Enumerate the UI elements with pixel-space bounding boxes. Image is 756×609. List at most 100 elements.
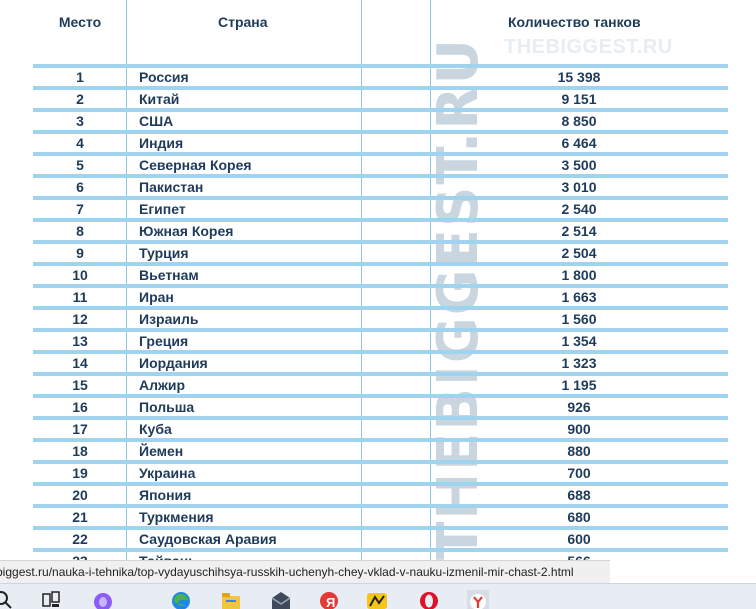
cell-rank: 23 xyxy=(33,552,127,560)
cell-country: Иордания xyxy=(139,355,208,371)
cell-tank-count: 700 xyxy=(567,465,591,481)
cell-country: Южная Корея xyxy=(139,223,234,239)
webpage-viewport: Место Страна Количество танков THEBIGGES… xyxy=(0,0,756,560)
status-bar-link-preview: biggest.ru/nauka-i-tehnika/top-vydayusch… xyxy=(0,560,610,583)
cell-rank: 19 xyxy=(72,465,88,481)
cell-country: Саудовская Аравия xyxy=(139,531,277,547)
cell-tank-count: 688 xyxy=(567,487,591,503)
cell-rank: 22 xyxy=(72,531,88,547)
cell-rank: 2 xyxy=(76,91,84,107)
search-icon[interactable] xyxy=(0,590,14,609)
cell-tank-count: 6 464 xyxy=(561,135,597,151)
cell-country: Греция xyxy=(139,333,189,349)
mail-icon[interactable] xyxy=(270,590,292,609)
cell-tank-count: 8 850 xyxy=(561,113,597,129)
table-row: 11 Иран 1 663 xyxy=(33,284,728,306)
cell-rank: 13 xyxy=(72,333,88,349)
status-url: biggest.ru/nauka-i-tehnika/top-vydayusch… xyxy=(0,565,574,579)
cell-country: Украина xyxy=(139,465,196,481)
yandex-browser-icon[interactable] xyxy=(467,590,489,609)
edge-icon[interactable] xyxy=(170,590,192,609)
cell-country: Япония xyxy=(139,487,192,503)
watermark-header: THEBIGGEST.RU xyxy=(504,36,673,58)
cell-tank-count: 1 800 xyxy=(561,267,597,283)
table-row: 7 Египет 2 540 xyxy=(33,196,728,218)
cell-country: Пакистан xyxy=(139,179,204,195)
table-row: 2 Китай 9 151 xyxy=(33,86,728,108)
opera-icon[interactable] xyxy=(418,590,440,609)
table-row: 16 Польша 926 xyxy=(33,394,728,416)
cell-tank-count: 1 663 xyxy=(561,289,597,305)
cell-country: Вьетнам xyxy=(139,267,199,283)
table-row: 9 Турция 2 504 xyxy=(33,240,728,262)
table-row: 17 Куба 900 xyxy=(33,416,728,438)
table-row: 4 Индия 6 464 xyxy=(33,130,728,152)
cell-rank: 11 xyxy=(72,289,88,305)
cell-rank: 3 xyxy=(76,113,84,129)
cell-country: Польша xyxy=(139,399,195,415)
table-row: 20 Япония 688 xyxy=(33,482,728,504)
cell-rank: 10 xyxy=(72,267,88,283)
table-row: 15 Алжир 1 195 xyxy=(33,372,728,394)
cell-country: Куба xyxy=(139,421,172,437)
cell-country: Иран xyxy=(139,289,174,305)
cell-tank-count: 680 xyxy=(567,509,591,525)
taskbar: Я xyxy=(0,583,756,609)
file-explorer-icon[interactable] xyxy=(220,590,242,609)
cell-tank-count: 3 010 xyxy=(561,179,597,195)
cell-country: Россия xyxy=(139,69,189,85)
header-rank: Место xyxy=(58,14,102,30)
cell-tank-count: 600 xyxy=(567,531,591,547)
cell-country: Египет xyxy=(139,201,186,217)
cell-tank-count: 2 504 xyxy=(561,245,597,261)
cell-rank: 5 xyxy=(76,157,84,173)
cell-rank: 16 xyxy=(72,399,88,415)
cell-country: Туркмения xyxy=(139,509,214,525)
alice-icon[interactable] xyxy=(92,590,114,609)
cell-country: Израиль xyxy=(139,311,199,327)
cell-rank: 8 xyxy=(76,223,84,239)
cell-rank: 18 xyxy=(72,443,88,459)
cell-tank-count: 900 xyxy=(567,421,591,437)
cell-tank-count: 1 195 xyxy=(561,377,597,393)
table-row: 23 Тайвань 566 xyxy=(33,548,728,560)
table-row: 12 Израиль 1 560 xyxy=(33,306,728,328)
header-country: Страна xyxy=(218,14,268,30)
cell-tank-count: 9 151 xyxy=(561,91,597,107)
table-row: 13 Греция 1 354 xyxy=(33,328,728,350)
cell-country: Тайвань xyxy=(139,552,197,560)
cell-rank: 6 xyxy=(76,179,84,195)
cell-tank-count: 2 540 xyxy=(561,201,597,217)
cell-country: Северная Корея xyxy=(139,157,252,173)
svg-text:Я: Я xyxy=(326,595,335,609)
cell-country: Алжир xyxy=(139,377,186,393)
cell-country: Китай xyxy=(139,91,180,107)
cell-tank-count: 566 xyxy=(430,552,728,560)
yandex-icon[interactable]: Я xyxy=(318,590,340,609)
cell-tank-count: 1 560 xyxy=(561,311,597,327)
table-row: 21 Туркмения 680 xyxy=(33,504,728,526)
cell-rank: 14 xyxy=(72,355,88,371)
table-row: 14 Иордания 1 323 xyxy=(33,350,728,372)
cell-rank: 9 xyxy=(76,245,84,261)
table-header: Место Страна Количество танков THEBIGGES… xyxy=(0,0,756,62)
cell-rank: 17 xyxy=(72,421,88,437)
cell-rank: 1 xyxy=(76,69,84,85)
table-row: 10 Вьетнам 1 800 xyxy=(33,262,728,284)
cell-country: Турция xyxy=(139,245,189,261)
table-row: 6 Пакистан 3 010 xyxy=(33,174,728,196)
cell-tank-count: 1 354 xyxy=(561,333,597,349)
app-icon[interactable] xyxy=(366,590,388,609)
cell-country: Индия xyxy=(139,135,184,151)
table-row: 18 Йемен 880 xyxy=(33,438,728,460)
cell-tank-count: 15 398 xyxy=(557,69,601,85)
cell-tank-count: 2 514 xyxy=(561,223,597,239)
task-view-icon[interactable] xyxy=(40,590,62,609)
table-row: 3 США 8 850 xyxy=(33,108,728,130)
table-row: 1 Россия 15 398 xyxy=(33,64,728,86)
table-row: 5 Северная Корея 3 500 xyxy=(33,152,728,174)
cell-tank-count: 926 xyxy=(567,399,591,415)
cell-rank: 7 xyxy=(76,201,84,217)
cell-rank: 21 xyxy=(72,509,88,525)
cell-rank: 12 xyxy=(72,311,88,327)
